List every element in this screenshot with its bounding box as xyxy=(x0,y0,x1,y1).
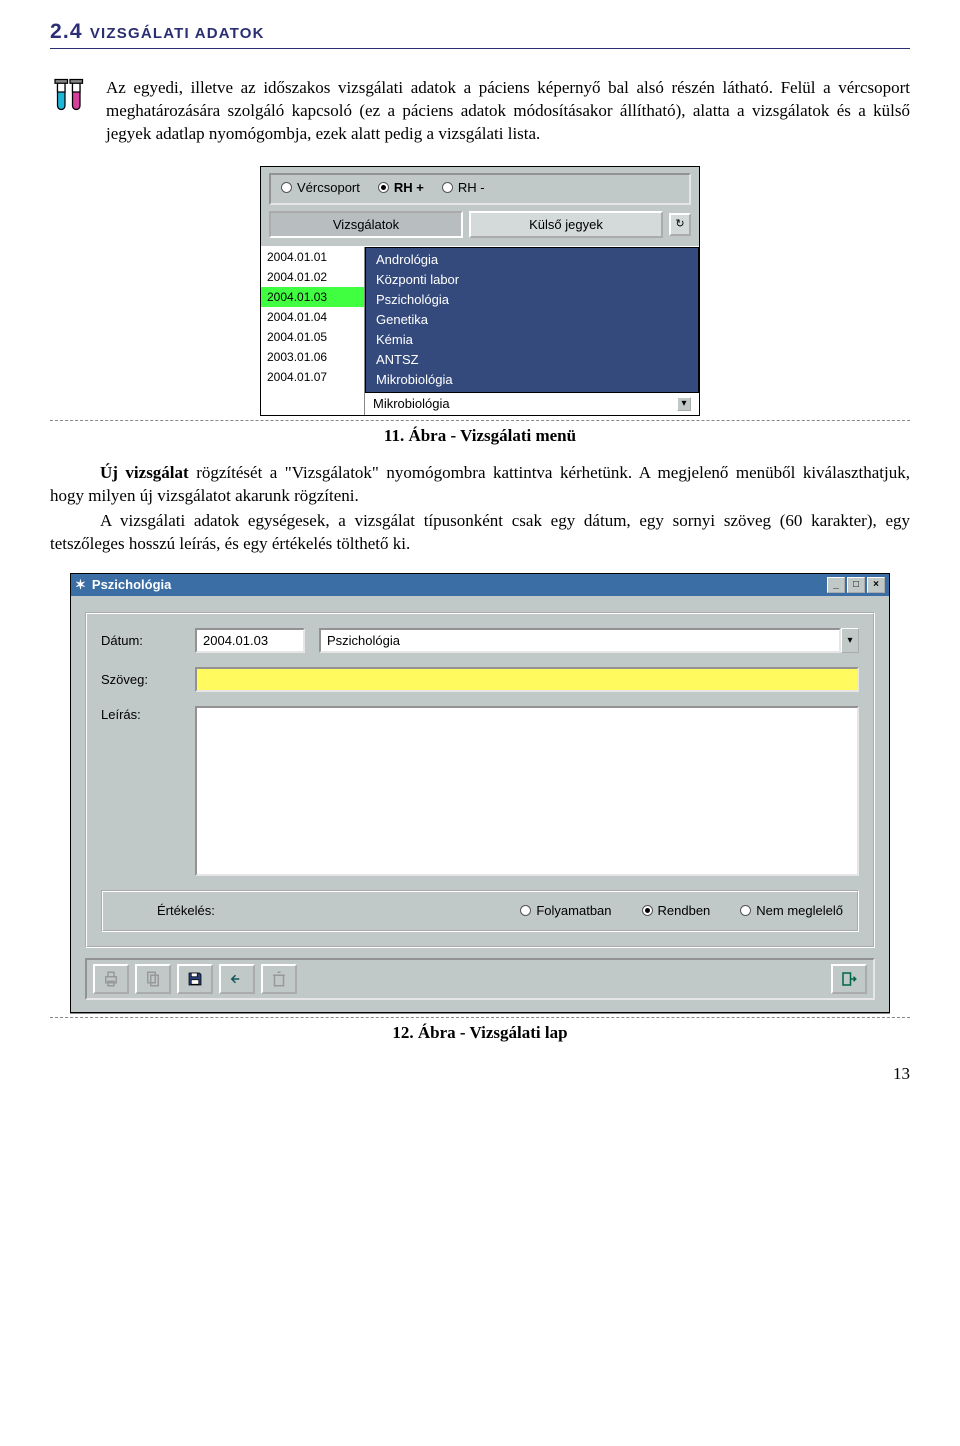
chevron-down-icon[interactable]: ▾ xyxy=(677,397,691,411)
date-input[interactable] xyxy=(195,628,305,653)
refresh-icon[interactable]: ↻ xyxy=(669,213,691,236)
intro-row: Az egyedi, illetve az időszakos vizsgála… xyxy=(50,77,910,148)
chevron-down-icon[interactable]: ▾ xyxy=(841,628,859,653)
exit-icon[interactable] xyxy=(831,964,867,994)
paragraph-1: Az egyedi, illetve az időszakos vizsgála… xyxy=(106,77,910,146)
radio-nem-megfelelo[interactable]: Nem meglelelő xyxy=(740,902,843,920)
radio-rendben[interactable]: Rendben xyxy=(642,902,711,920)
selected-exam-type: Mikrobiológia ▾ xyxy=(365,393,699,415)
paragraph-3: A vizsgálati adatok egységesek, a vizsgá… xyxy=(50,510,910,556)
date-item[interactable]: 2004.01.05 xyxy=(261,327,364,347)
selected-exam-label: Mikrobiológia xyxy=(373,395,450,413)
radio-label: RH + xyxy=(394,179,424,197)
exam-type-input[interactable] xyxy=(319,628,841,653)
date-item[interactable]: 2003.01.06 xyxy=(261,347,364,367)
label-datum: Dátum: xyxy=(101,632,181,650)
exam-menu-window: Vércsoport RH + RH - Vizsgálatok Külső j… xyxy=(260,166,700,416)
label-ertekeles: Értékelés: xyxy=(157,902,215,920)
exam-type-combo[interactable]: ▾ xyxy=(319,628,859,653)
radio-label: Vércsoport xyxy=(297,179,360,197)
date-list[interactable]: 2004.01.01 2004.01.02 2004.01.03 2004.01… xyxy=(261,247,365,415)
radio-folyamatban[interactable]: Folyamatban xyxy=(520,902,611,920)
separator xyxy=(50,1017,910,1018)
section-heading: 2.4 VIZSGÁLATI ADATOK xyxy=(50,18,910,49)
figure-2-caption: 12. Ábra - Vizsgálati lap xyxy=(50,1022,910,1045)
print-icon[interactable] xyxy=(93,964,129,994)
undo-icon[interactable] xyxy=(219,964,255,994)
save-icon[interactable] xyxy=(177,964,213,994)
date-item[interactable]: 2004.01.02 xyxy=(261,267,364,287)
radio-label: RH - xyxy=(458,179,485,197)
menu-item[interactable]: Központi labor xyxy=(366,270,698,290)
figure-2: ✶ Pszichológia _ □ × Dátum: ▾ Szöveg: xyxy=(50,573,910,1012)
date-item[interactable]: 2004.01.04 xyxy=(261,307,364,327)
minimize-icon[interactable]: _ xyxy=(827,577,845,593)
exam-form-window: ✶ Pszichológia _ □ × Dátum: ▾ Szöveg: xyxy=(70,573,890,1012)
section-number: 2.4 xyxy=(50,20,83,43)
leiras-textarea[interactable] xyxy=(195,706,859,876)
exam-type-dropdown[interactable]: Andrológia Központi labor Pszichológia G… xyxy=(365,247,699,393)
radio-rh-plus[interactable]: RH + xyxy=(378,179,424,197)
form-toolbar xyxy=(85,958,875,1000)
label-leiras: Leírás: xyxy=(101,706,181,724)
delete-icon[interactable] xyxy=(261,964,297,994)
date-item[interactable]: 2004.01.01 xyxy=(261,247,364,267)
section-title: VIZSGÁLATI ADATOK xyxy=(90,20,265,43)
figure-1-caption: 11. Ábra - Vizsgálati menü xyxy=(50,425,910,448)
paragraph-2: Új vizsgálat Új vizsgálat rögzítését a "… xyxy=(50,462,910,508)
window-titlebar: ✶ Pszichológia _ □ × xyxy=(71,574,889,596)
bloodgroup-radio-row: Vércsoport RH + RH - xyxy=(269,173,691,205)
close-icon[interactable]: × xyxy=(867,577,885,593)
radio-label: Folyamatban xyxy=(536,902,611,920)
vizsgalatok-button[interactable]: Vizsgálatok xyxy=(269,211,463,239)
menu-item[interactable]: ANTSZ xyxy=(366,350,698,370)
date-item-selected[interactable]: 2004.01.03 xyxy=(261,287,364,307)
separator xyxy=(50,420,910,421)
test-tubes-icon xyxy=(50,77,90,124)
menu-item[interactable]: Genetika xyxy=(366,310,698,330)
szoveg-input[interactable] xyxy=(195,667,859,692)
menu-item[interactable]: Mikrobiológia xyxy=(366,370,698,390)
copy-icon[interactable] xyxy=(135,964,171,994)
menu-item[interactable]: Kémia xyxy=(366,330,698,350)
star-icon: ✶ xyxy=(75,576,86,594)
maximize-icon[interactable]: □ xyxy=(847,577,865,593)
radio-vercsoport[interactable]: Vércsoport xyxy=(281,179,360,197)
radio-rh-minus[interactable]: RH - xyxy=(442,179,485,197)
date-item[interactable]: 2004.01.07 xyxy=(261,367,364,387)
kulso-jegyek-button[interactable]: Külső jegyek xyxy=(469,211,663,239)
radio-label: Rendben xyxy=(658,902,711,920)
evaluation-group: Értékelés: Folyamatban Rendben Nem megle… xyxy=(101,890,859,932)
form-panel: Dátum: ▾ Szöveg: Leírás: Értékelés: Foly… xyxy=(85,612,875,948)
radio-label: Nem meglelelő xyxy=(756,902,843,920)
menu-item[interactable]: Pszichológia xyxy=(366,290,698,310)
page-number: 13 xyxy=(50,1063,910,1086)
figure-1: Vércsoport RH + RH - Vizsgálatok Külső j… xyxy=(50,166,910,416)
menu-item[interactable]: Andrológia xyxy=(366,250,698,270)
window-title: Pszichológia xyxy=(92,576,171,594)
label-szoveg: Szöveg: xyxy=(101,671,181,689)
